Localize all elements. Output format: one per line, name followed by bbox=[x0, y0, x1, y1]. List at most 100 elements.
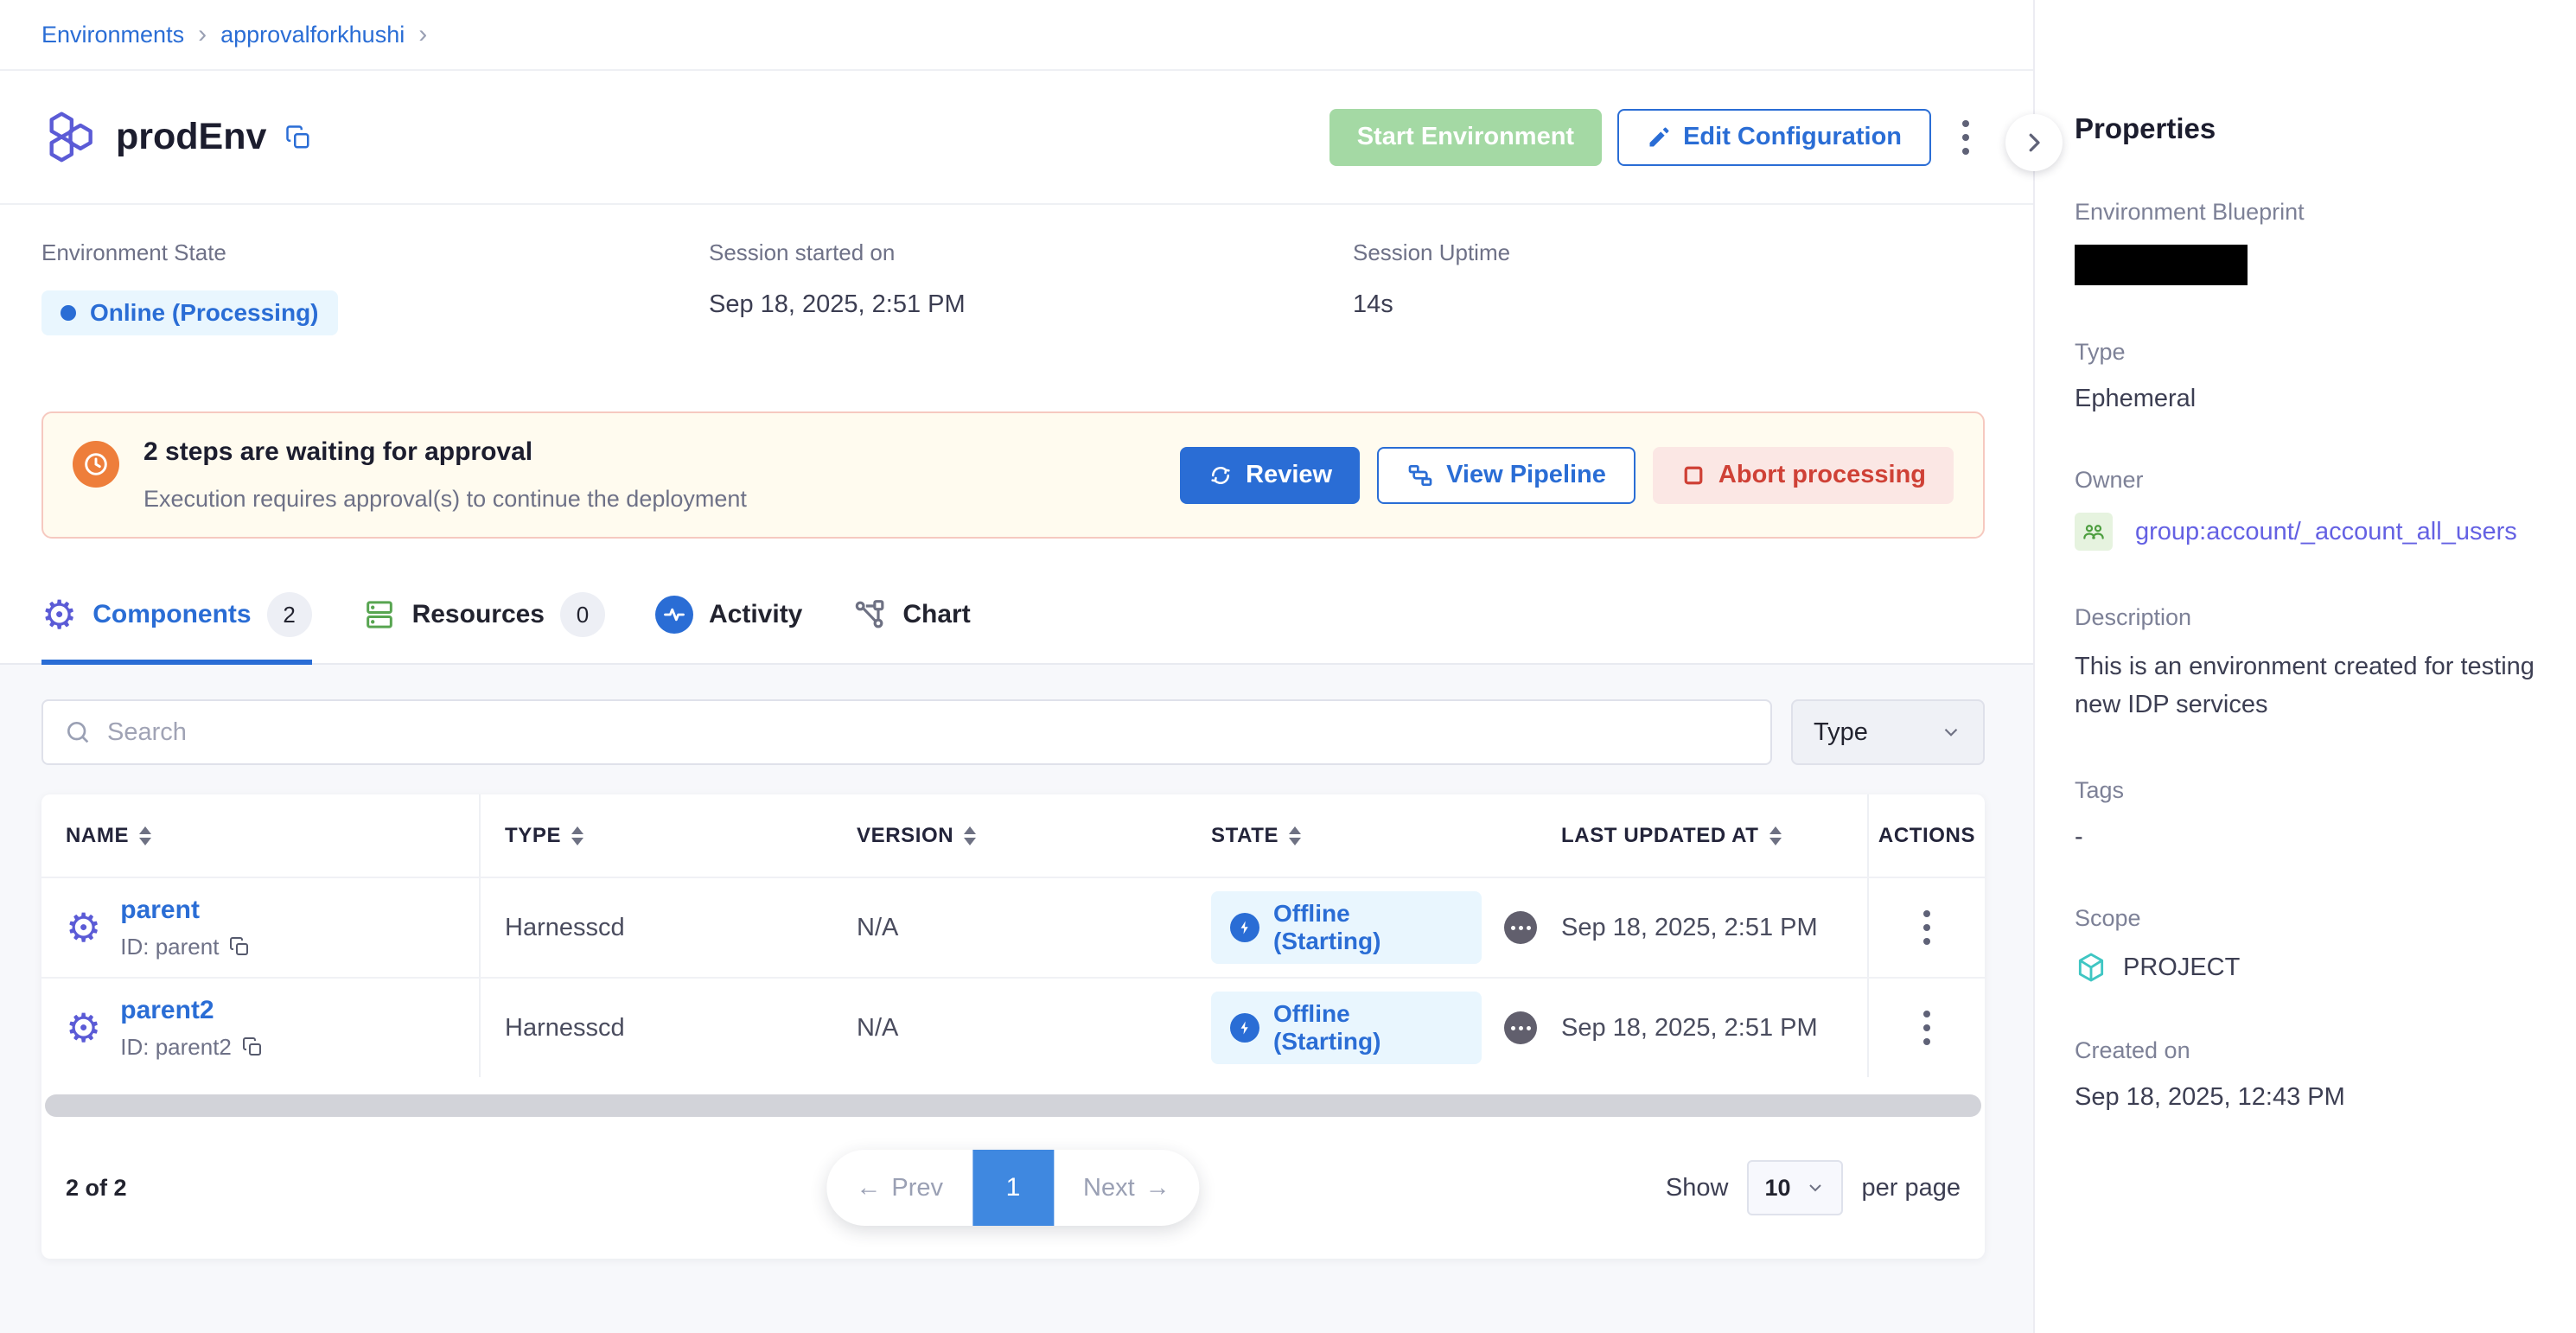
page-header: prodEnv Start Environment Edit Configura… bbox=[0, 71, 2033, 205]
search-box bbox=[41, 699, 1772, 765]
components-count-badge: 2 bbox=[267, 592, 312, 637]
header-kebab-menu[interactable] bbox=[1947, 110, 1985, 165]
processing-ellipsis-icon bbox=[1504, 1011, 1537, 1044]
main-column: Environments › approvalforkhushi › prodE… bbox=[0, 0, 2033, 1333]
banner-title: 2 steps are waiting for approval bbox=[143, 437, 747, 467]
components-panel: Type NAME TYPE VERSION STATE bbox=[0, 665, 2033, 1333]
prev-page-button[interactable]: ← Prev bbox=[826, 1150, 972, 1226]
description-value: This is an environment created for testi… bbox=[2075, 648, 2541, 724]
tags-label: Tags bbox=[2075, 777, 2541, 804]
copy-title-icon[interactable] bbox=[285, 124, 311, 150]
view-pipeline-button[interactable]: View Pipeline bbox=[1377, 447, 1636, 504]
clock-icon bbox=[73, 441, 119, 488]
column-header-last-updated[interactable]: LAST UPDATED AT bbox=[1537, 794, 1867, 877]
column-header-type[interactable]: TYPE bbox=[481, 794, 832, 877]
page-1-button[interactable]: 1 bbox=[972, 1150, 1054, 1226]
resources-count-badge: 0 bbox=[560, 592, 605, 637]
approve-cycle-icon bbox=[1208, 462, 1234, 488]
next-page-button[interactable]: Next → bbox=[1054, 1150, 1200, 1226]
breadcrumb-approvalforkhushi[interactable]: approvalforkhushi bbox=[220, 22, 405, 48]
arrow-left-icon: ← bbox=[856, 1174, 881, 1202]
state-summary: Environment State Online (Processing) Se… bbox=[0, 205, 2033, 335]
pager: ← Prev 1 Next → bbox=[826, 1150, 1199, 1226]
session-started-value: Sep 18, 2025, 2:51 PM bbox=[709, 290, 1353, 319]
table-row: ⚙ parent ID: parent Harnesscd N/A Offlin… bbox=[41, 877, 1985, 977]
tab-chart[interactable]: Chart bbox=[852, 592, 970, 665]
abort-processing-button[interactable]: Abort processing bbox=[1653, 447, 1954, 504]
component-state-badge: Offline (Starting) bbox=[1211, 992, 1482, 1064]
component-name-link[interactable]: parent bbox=[120, 896, 250, 925]
session-started-label: Session started on bbox=[709, 239, 1353, 266]
tab-resources-label: Resources bbox=[412, 600, 545, 629]
tab-chart-label: Chart bbox=[902, 600, 970, 629]
owner-group-link[interactable]: group:account/_account_all_users bbox=[2135, 518, 2517, 546]
description-label: Description bbox=[2075, 604, 2541, 631]
collapse-panel-button[interactable] bbox=[2005, 114, 2063, 171]
row-kebab-menu[interactable] bbox=[1908, 1000, 1946, 1056]
session-uptime-label: Session Uptime bbox=[1353, 239, 1510, 266]
component-name-link[interactable]: parent2 bbox=[120, 996, 263, 1025]
gear-icon: ⚙ bbox=[41, 595, 77, 635]
review-button[interactable]: Review bbox=[1180, 447, 1360, 504]
component-type: Harnesscd bbox=[481, 878, 832, 977]
review-label: Review bbox=[1246, 461, 1332, 489]
sort-icon bbox=[571, 826, 583, 845]
group-icon bbox=[2075, 513, 2113, 551]
column-header-version[interactable]: VERSION bbox=[832, 794, 1187, 877]
page-title: prodEnv bbox=[116, 116, 266, 158]
component-version: N/A bbox=[832, 878, 1187, 977]
breadcrumb: Environments › approvalforkhushi › bbox=[0, 0, 2033, 71]
copy-id-icon[interactable] bbox=[242, 1036, 263, 1057]
tab-activity-label: Activity bbox=[709, 600, 802, 629]
tab-activity[interactable]: Activity bbox=[655, 592, 802, 665]
edit-configuration-button[interactable]: Edit Configuration bbox=[1617, 109, 1931, 166]
properties-title: Properties bbox=[2075, 112, 2541, 145]
table-header-row: NAME TYPE VERSION STATE LAST UPDATED AT … bbox=[41, 794, 1985, 877]
component-updated-at: Sep 18, 2025, 2:51 PM bbox=[1537, 878, 1867, 977]
horizontal-scrollbar[interactable] bbox=[45, 1094, 1981, 1117]
cube-icon bbox=[2075, 951, 2107, 984]
pencil-icon bbox=[1647, 125, 1671, 150]
type-value: Ephemeral bbox=[2075, 385, 2541, 413]
tab-resources[interactable]: Resources 0 bbox=[362, 592, 605, 665]
type-label: Type bbox=[2075, 339, 2541, 366]
column-header-state[interactable]: STATE bbox=[1187, 794, 1537, 877]
environment-state-badge: Online (Processing) bbox=[41, 290, 338, 335]
component-updated-at: Sep 18, 2025, 2:51 PM bbox=[1537, 979, 1867, 1077]
banner-subtitle: Execution requires approval(s) to contin… bbox=[143, 486, 747, 513]
processing-ellipsis-icon bbox=[1504, 911, 1537, 944]
start-environment-label: Start Environment bbox=[1357, 123, 1574, 151]
lightning-icon bbox=[1230, 1013, 1259, 1043]
copy-id-icon[interactable] bbox=[229, 936, 250, 957]
show-label: Show bbox=[1666, 1174, 1729, 1202]
tab-bar: ⚙ Components 2 Resources 0 Activity Char… bbox=[0, 592, 2033, 665]
component-id: ID: parent bbox=[120, 934, 219, 960]
chevron-down-icon bbox=[1805, 1177, 1826, 1198]
column-header-name[interactable]: NAME bbox=[41, 794, 481, 877]
components-table: NAME TYPE VERSION STATE LAST UPDATED AT … bbox=[41, 794, 1985, 1259]
owner-label: Owner bbox=[2075, 467, 2541, 494]
type-filter-dropdown[interactable]: Type bbox=[1791, 699, 1985, 765]
per-page-label: per page bbox=[1862, 1174, 1961, 1202]
row-count: 2 of 2 bbox=[66, 1175, 127, 1202]
column-header-actions: ACTIONS bbox=[1867, 794, 1985, 877]
approval-banner: 2 steps are waiting for approval Executi… bbox=[41, 411, 1985, 539]
tags-value: - bbox=[2075, 823, 2541, 851]
page-size-dropdown[interactable]: 10 bbox=[1747, 1160, 1842, 1215]
scope-label: Scope bbox=[2075, 905, 2541, 932]
resources-stack-icon bbox=[362, 597, 397, 632]
start-environment-button[interactable]: Start Environment bbox=[1329, 109, 1602, 166]
pagination-bar: 2 of 2 ← Prev 1 Next → Show 10 bbox=[41, 1117, 1985, 1259]
view-pipeline-label: View Pipeline bbox=[1446, 461, 1606, 489]
row-kebab-menu[interactable] bbox=[1908, 900, 1946, 955]
stop-square-icon bbox=[1680, 462, 1706, 488]
environment-state-text: Online (Processing) bbox=[90, 299, 319, 327]
component-type: Harnesscd bbox=[481, 979, 832, 1077]
tab-components[interactable]: ⚙ Components 2 bbox=[41, 592, 312, 665]
properties-panel: Properties Environment Blueprint Type Ep… bbox=[2033, 0, 2576, 1333]
chevron-down-icon bbox=[1940, 721, 1962, 743]
edit-configuration-label: Edit Configuration bbox=[1683, 123, 1902, 151]
component-version: N/A bbox=[832, 979, 1187, 1077]
search-input[interactable] bbox=[107, 718, 1750, 747]
breadcrumb-environments[interactable]: Environments bbox=[41, 22, 184, 48]
